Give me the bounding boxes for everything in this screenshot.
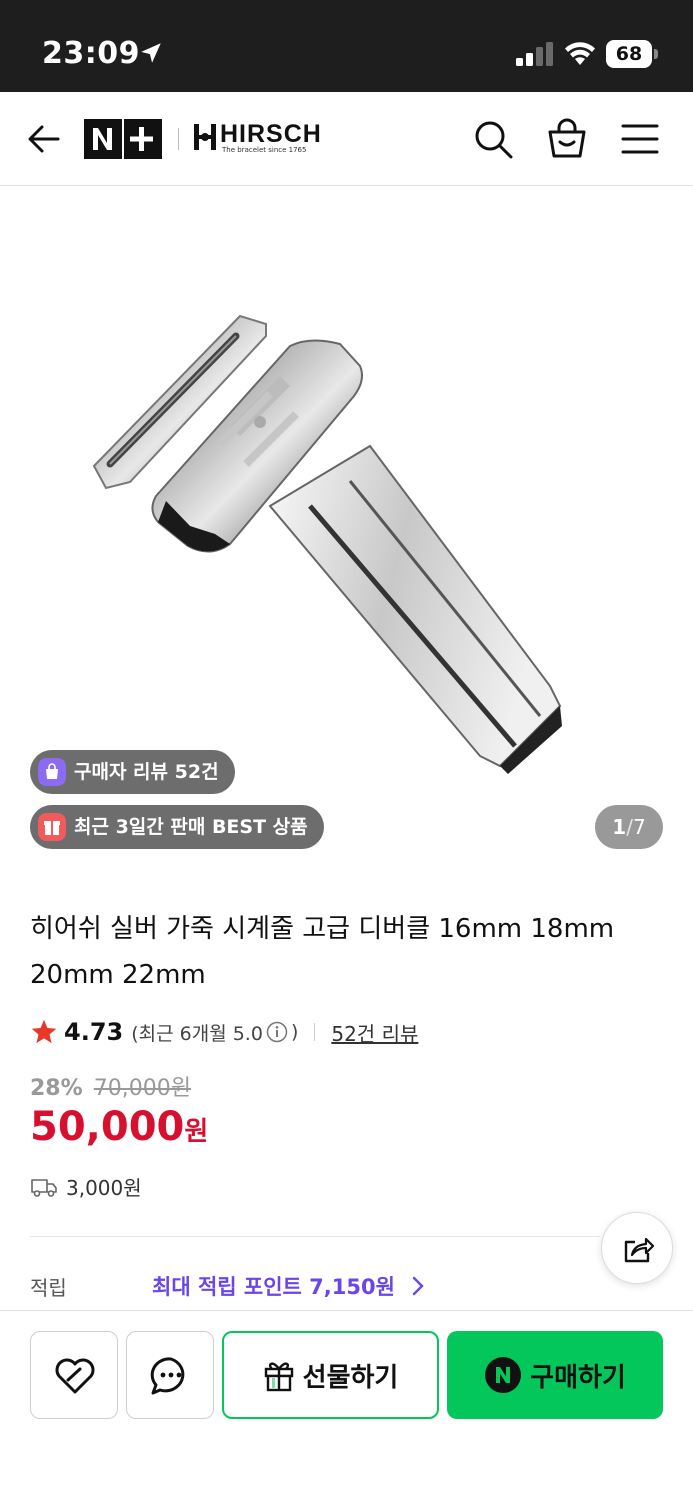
best-seller-badge: 최근 3일간 판매 BEST 상품 [30, 805, 324, 849]
navigation-header: HIRSCH The bracelet since 1765 [0, 92, 693, 186]
truck-icon [31, 1178, 57, 1197]
review-count-badge[interactable]: 구매자 리뷰 52건 [30, 750, 235, 794]
wifi-icon [565, 42, 595, 65]
sale-price-unit: 원 [184, 1117, 209, 1147]
brand-tagline: The bracelet since 1765 [222, 146, 307, 154]
section-divider [30, 1236, 600, 1237]
gift-button-label: 선물하기 [302, 1362, 399, 1393]
discount-rate: 28% [30, 1076, 83, 1101]
buy-button-label: 구매하기 [530, 1362, 626, 1393]
image-page-total: 7 [632, 815, 646, 839]
recent-rating-text: (최근 6개월 5.0 [131, 1022, 263, 1045]
bottom-action-bar: 선물하기 구매하기 [0, 1310, 693, 1500]
chat-bubble-icon [150, 1357, 185, 1395]
sale-price-value: 50,000 [30, 1104, 185, 1150]
hamburger-menu-icon[interactable] [620, 122, 660, 156]
max-points-link[interactable]: 최대 적립 포인트 7,150원 [152, 1271, 395, 1301]
product-title: 히어쉬 실버 가죽 시계줄 고급 디버클 16mm 18mm 20mm 22mm [30, 914, 615, 990]
product-image-deployant-buckle[interactable] [70, 296, 590, 796]
rating-divider [314, 1023, 316, 1041]
cellular-signal-icon [516, 42, 553, 66]
share-icon [624, 1237, 654, 1263]
review-count-badge-label: 구매자 리뷰 52건 [74, 761, 219, 783]
review-count-link[interactable]: 52건 리뷰 [331, 1018, 418, 1047]
shopping-bag-icon[interactable] [546, 116, 588, 160]
shipping-fee: 3,000원 [66, 1176, 142, 1200]
image-page-indicator: 1/7 [595, 805, 663, 849]
image-page-current: 1 [612, 815, 627, 839]
arrow-left-icon[interactable] [26, 120, 64, 158]
location-arrow-icon [141, 43, 161, 63]
battery-indicator: 68 [606, 40, 658, 68]
rating-value: 4.73 [64, 1018, 124, 1046]
talk-talk-button[interactable] [126, 1331, 214, 1419]
sale-price: 50,000원 [30, 1104, 208, 1150]
status-bar: 23:09 68 [0, 0, 693, 92]
image-page-separator: / [626, 815, 633, 839]
npay-icon [485, 1357, 522, 1393]
buy-button[interactable]: 구매하기 [447, 1331, 663, 1419]
hirsch-brand-logo[interactable]: HIRSCH The bracelet since 1765 [192, 120, 342, 160]
recent-rating-close: ) [290, 1021, 299, 1043]
best-seller-badge-label: 최근 3일간 판매 BEST 상품 [74, 816, 308, 838]
battery-level: 68 [606, 40, 652, 68]
status-time: 23:09 [42, 36, 140, 71]
header-divider [178, 128, 179, 150]
product-gallery[interactable]: 구매자 리뷰 52건 최근 3일간 판매 BEST 상품 1/7 [0, 186, 693, 876]
info-icon[interactable] [266, 1021, 288, 1043]
shopping-bag-badge-icon [38, 758, 66, 786]
search-icon[interactable] [472, 118, 514, 160]
like-button[interactable] [30, 1331, 118, 1419]
star-icon [31, 1019, 57, 1044]
battery-tip [654, 49, 658, 59]
rating-row: 4.73 (최근 6개월 5.0 ) 52건 리뷰 [30, 1014, 418, 1050]
gift-button[interactable]: 선물하기 [222, 1331, 439, 1419]
heart-icon [55, 1358, 95, 1394]
gift-box-badge-icon [38, 813, 66, 841]
naver-plus-store-logo[interactable] [84, 119, 162, 159]
chevron-right-icon [412, 1276, 424, 1296]
hirsch-mark-icon [194, 124, 216, 150]
shipping-row: 3,000원 [30, 1172, 142, 1201]
gift-icon [264, 1362, 293, 1392]
points-label: 적립 [30, 1276, 67, 1300]
original-price: 70,000원 [93, 1076, 191, 1101]
brand-name: HIRSCH [220, 120, 322, 148]
discount-row: 28% 70,000원 [30, 1070, 191, 1102]
points-row[interactable]: 적립 최대 적립 포인트 7,150원 [30, 1268, 670, 1304]
